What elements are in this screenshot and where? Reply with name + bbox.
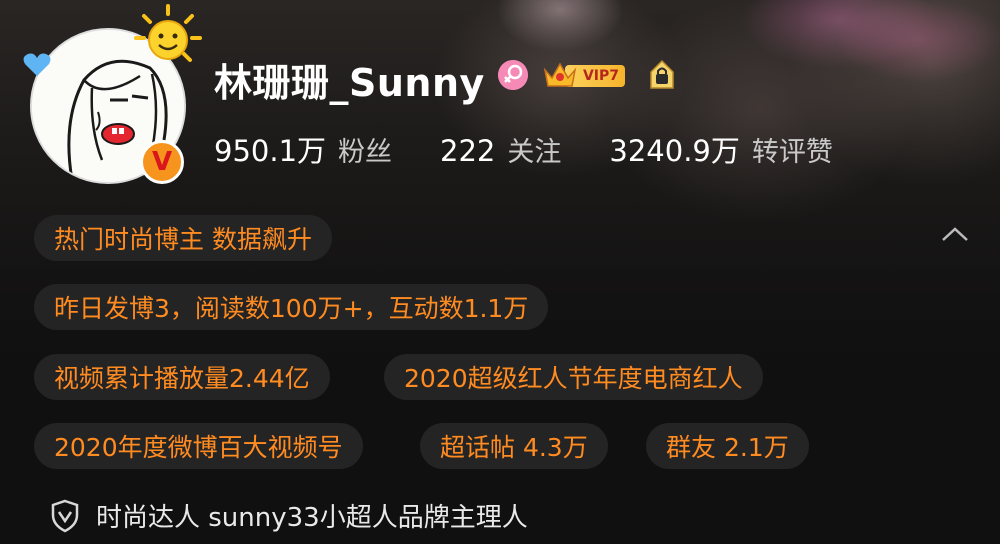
verified-v-badge-icon[interactable]: V bbox=[140, 140, 184, 184]
tag-top-video-account[interactable]: 2020年度微博百大视频号 bbox=[34, 423, 363, 469]
chevron-up-icon[interactable] bbox=[940, 224, 970, 244]
vip-crown-icon bbox=[543, 62, 577, 87]
lock-badge-icon[interactable] bbox=[645, 58, 679, 92]
vip-badge[interactable]: VIP7 bbox=[543, 60, 625, 90]
tag-group-friends[interactable]: 群友 2.1万 bbox=[646, 423, 809, 469]
verification-row[interactable]: 时尚达人 sunny33小超人品牌主理人 bbox=[50, 497, 528, 534]
tag-super-topic-posts[interactable]: 超话帖 4.3万 bbox=[420, 423, 608, 469]
verification-text: 时尚达人 sunny33小超人品牌主理人 bbox=[96, 503, 528, 533]
stat-interactions[interactable]: 3240.9万 转评赞 bbox=[609, 128, 832, 170]
stat-label: 转评赞 bbox=[751, 137, 833, 168]
sun-sticker-icon bbox=[134, 4, 202, 62]
heart-sticker-icon bbox=[23, 53, 51, 76]
profile-header: V 林珊珊_Sunny VIP7 950.1万 粉丝 222 关注 3240.9… bbox=[0, 0, 1000, 544]
stat-following[interactable]: 222 关注 bbox=[440, 130, 561, 169]
stat-label: 关注 bbox=[507, 137, 562, 168]
tag-video-plays[interactable]: 视频累计播放量2.44亿 bbox=[34, 354, 330, 400]
profile-stats: 950.1万 粉丝 222 关注 3240.9万 转评赞 bbox=[214, 128, 881, 170]
stat-followers[interactable]: 950.1万 粉丝 bbox=[214, 128, 392, 170]
stat-label: 粉丝 bbox=[338, 137, 393, 168]
tag-hot-fashion[interactable]: 热门时尚博主 数据飙升 bbox=[34, 215, 332, 261]
stat-value: 222 bbox=[440, 134, 496, 168]
profile-name: 林珊珊_Sunny bbox=[214, 61, 485, 105]
shield-check-icon bbox=[51, 499, 79, 532]
stat-value: 950.1万 bbox=[214, 134, 327, 168]
female-gender-icon bbox=[498, 60, 528, 90]
stat-value: 3240.9万 bbox=[609, 134, 740, 168]
tag-yesterday-stats[interactable]: 昨日发博3，阅读数100万+，互动数1.1万 bbox=[34, 284, 549, 330]
tag-award-ecommerce[interactable]: 2020超级红人节年度电商红人 bbox=[384, 354, 763, 400]
